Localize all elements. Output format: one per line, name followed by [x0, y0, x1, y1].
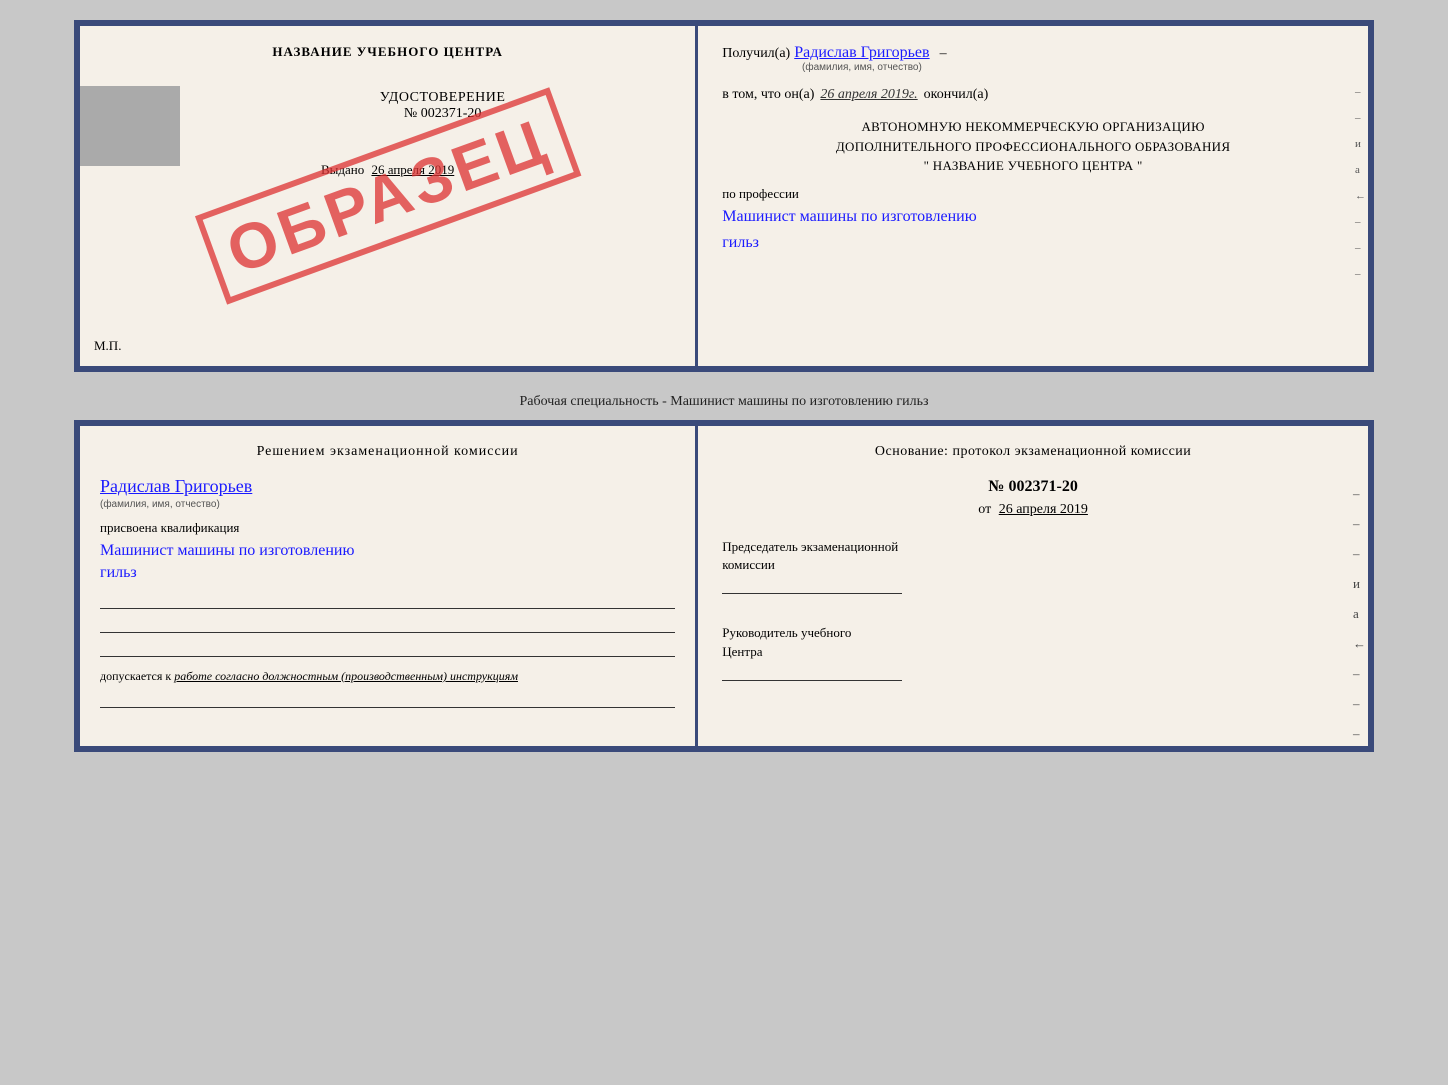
b-dash1: –	[1353, 486, 1366, 502]
org-line2: ДОПОЛНИТЕЛЬНОГО ПРОФЕССИОНАЛЬНОГО ОБРАЗО…	[722, 137, 1344, 157]
b-dash6: –	[1353, 726, 1366, 742]
bottom-doc-right: Основание: протокол экзаменационной коми…	[698, 426, 1368, 746]
predsedatel-text: Председатель экзаменационной	[722, 538, 1344, 556]
fio-container: Радислав Григорьев (фамилия, имя, отчест…	[794, 44, 929, 73]
side-left: ←	[1355, 190, 1366, 202]
top-document: НАЗВАНИЕ УЧЕБНОГО ЦЕНТРА УДОСТОВЕРЕНИЕ №…	[74, 20, 1374, 372]
po-professii: по профессии	[722, 186, 1344, 202]
b-dash4: –	[1353, 666, 1366, 682]
recipient-fio: Радислав Григорьев	[794, 44, 929, 62]
bottom-side-marks: – – – и а ← – – –	[1353, 486, 1366, 742]
predsedatel-label: Председатель экзаменационной комиссии	[722, 538, 1344, 594]
dopuskaetsya-text: работе согласно должностным (производств…	[174, 669, 518, 683]
dash2: –	[1355, 112, 1366, 124]
underline2	[100, 617, 675, 633]
dash1: –	[1355, 86, 1366, 98]
okonchil-label: окончил(а)	[924, 87, 989, 103]
org-block: АВТОНОМНУЮ НЕКОММЕРЧЕСКУЮ ОРГАНИЗАЦИЮ ДО…	[722, 117, 1344, 176]
b-dash2: –	[1353, 516, 1366, 532]
bottom-fio-container: Радислав Григорьев (фамилия, имя, отчест…	[100, 476, 675, 510]
vydano-line: Выдано 26 апреля 2019	[100, 162, 675, 178]
decision-title: Решением экзаменационной комиссии	[100, 444, 675, 460]
b-side-i: и	[1353, 576, 1366, 592]
side-marks: – – и а ← – – –	[1355, 86, 1366, 280]
prisvoena-label: присвоена квалификация	[100, 520, 675, 536]
protocol-date: от 26 апреля 2019	[722, 502, 1344, 518]
protocol-number: № 002371-20	[722, 478, 1344, 496]
b-side-left: ←	[1353, 636, 1366, 652]
bottom-document: Решением экзаменационной комиссии Радисл…	[74, 420, 1374, 752]
osnovanie-title: Основание: протокол экзаменационной коми…	[722, 444, 1344, 460]
middle-caption: Рабочая специальность - Машинист машины …	[509, 394, 938, 410]
date-line: в том, что он(а) 26 апреля 2019г. окончи…	[722, 87, 1344, 103]
ot-label: от	[978, 502, 991, 517]
dash4: –	[1355, 242, 1366, 254]
underline3	[100, 641, 675, 657]
rukovoditel-line2: Центра	[722, 643, 1344, 661]
udostoverenie-number: № 002371-20	[210, 106, 675, 122]
profession-line2: гильз	[722, 232, 1344, 254]
seal-placeholder	[80, 86, 180, 166]
underline4	[100, 692, 675, 708]
vtom-label: в том, что он(а)	[722, 87, 814, 103]
vydano-date: 26 апреля 2019	[371, 162, 454, 177]
received-line: Получил(а) Радислав Григорьев (фамилия, …	[722, 44, 1344, 73]
side-a: а	[1355, 164, 1366, 176]
org-line3: " НАЗВАНИЕ УЧЕБНОГО ЦЕНТРА "	[722, 156, 1344, 176]
dash3: –	[1355, 216, 1366, 228]
ot-date: 26 апреля 2019	[999, 502, 1088, 517]
b-dash5: –	[1353, 696, 1366, 712]
poluchil-label: Получил(а)	[722, 46, 790, 62]
dopuskaetsya-label: допускается к	[100, 669, 171, 683]
vydano-label: Выдано	[321, 162, 364, 177]
rukovoditel-line1: Руководитель учебного	[722, 624, 1344, 642]
udostoverenie-label: УДОСТОВЕРЕНИЕ	[210, 90, 675, 106]
dash-separator: –	[940, 46, 947, 62]
top-doc-right: Получил(а) Радислав Григорьев (фамилия, …	[698, 26, 1368, 366]
bottom-fio-sub: (фамилия, имя, отчество)	[100, 499, 220, 510]
school-name-top: НАЗВАНИЕ УЧЕБНОГО ЦЕНТРА	[100, 44, 675, 60]
dash-marks: – – – и а ← – – –	[1353, 486, 1366, 742]
dash5: –	[1355, 268, 1366, 280]
top-doc-left: НАЗВАНИЕ УЧЕБНОГО ЦЕНТРА УДОСТОВЕРЕНИЕ №…	[80, 26, 698, 366]
bottom-fio: Радислав Григорьев	[100, 476, 252, 497]
bottom-profession-line2: гильз	[100, 562, 675, 584]
bottom-profession-line1: Машинист машины по изготовлению	[100, 540, 675, 562]
fio-sublabel: (фамилия, имя, отчество)	[802, 62, 922, 73]
side-i: и	[1355, 138, 1366, 150]
underline1	[100, 593, 675, 609]
chairman-signature-line	[722, 578, 902, 594]
rukovoditel-block: Руководитель учебного Центра	[722, 624, 1344, 680]
dopuskaetsya-block: допускается к работе согласно должностны…	[100, 669, 675, 684]
bottom-doc-left: Решением экзаменационной комиссии Радисл…	[80, 426, 698, 746]
org-line1: АВТОНОМНУЮ НЕКОММЕРЧЕСКУЮ ОРГАНИЗАЦИЮ	[722, 117, 1344, 137]
vtom-date: 26 апреля 2019г.	[820, 87, 917, 103]
mp-label: М.П.	[94, 338, 121, 354]
profession-line1: Машинист машины по изготовлению	[722, 206, 1344, 228]
b-dash3: –	[1353, 546, 1366, 562]
komissii-text: комиссии	[722, 556, 1344, 574]
rukovoditel-signature-line	[722, 665, 902, 681]
b-side-a: а	[1353, 606, 1366, 622]
